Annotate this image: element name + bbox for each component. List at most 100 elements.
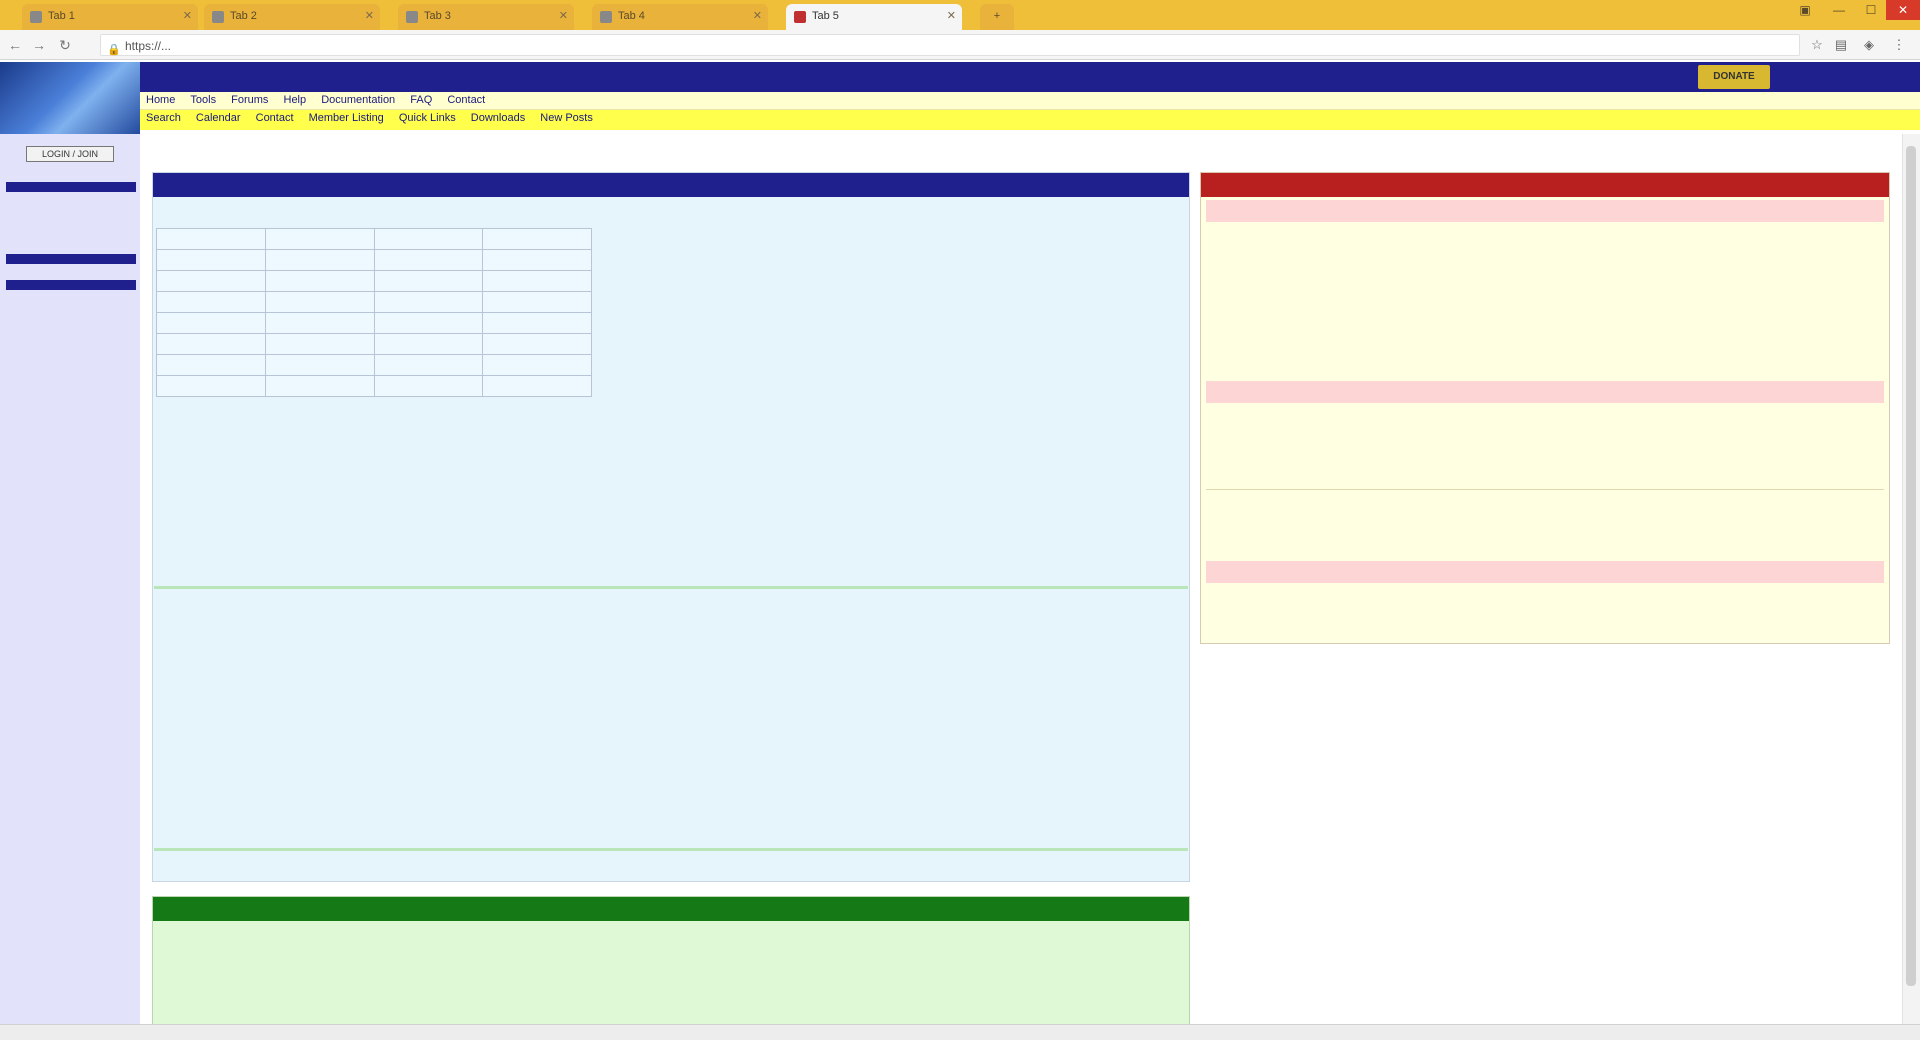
browser-address-bar: ← → ↻ 🔒 https://... ☆ ▤ ◈ ⋮ bbox=[0, 30, 1920, 60]
table-cell bbox=[264, 270, 375, 292]
table-cell bbox=[264, 333, 375, 355]
favicon-icon bbox=[30, 11, 42, 23]
new-tab-button[interactable]: + bbox=[980, 4, 1014, 30]
table-cell bbox=[156, 249, 266, 271]
browser-tab[interactable]: Tab 3 ✕ bbox=[398, 4, 574, 30]
table-cell bbox=[482, 312, 592, 334]
url-text: https://... bbox=[125, 39, 172, 53]
primary-menu: Home Tools Forums Help Documentation FAQ… bbox=[140, 92, 1920, 110]
table-cell bbox=[373, 249, 484, 271]
column-header bbox=[156, 228, 266, 250]
close-icon[interactable]: ✕ bbox=[559, 9, 568, 22]
browser-tab[interactable]: Tab 4 ✕ bbox=[592, 4, 768, 30]
sidebar-section-header bbox=[6, 254, 136, 264]
close-icon[interactable]: ✕ bbox=[947, 9, 956, 22]
browser-tab[interactable]: Tab 1 ✕ bbox=[22, 4, 198, 30]
table-cell bbox=[156, 375, 266, 397]
table-cell bbox=[264, 375, 375, 397]
table-cell bbox=[373, 333, 484, 355]
table-row bbox=[156, 333, 592, 355]
menu-item[interactable]: Forums bbox=[225, 92, 274, 108]
favicon-icon bbox=[212, 11, 224, 23]
extension-icon[interactable]: ◈ bbox=[1860, 36, 1878, 54]
menu-item[interactable]: Contact bbox=[250, 110, 300, 126]
results-table bbox=[156, 228, 592, 397]
vertical-scrollbar[interactable] bbox=[1902, 134, 1920, 1024]
table-header-row bbox=[156, 228, 592, 250]
menu-item[interactable]: Search bbox=[140, 110, 187, 126]
right-panel-section-header bbox=[1206, 561, 1884, 583]
right-panel-section-header bbox=[1206, 200, 1884, 222]
bookmark-star-icon[interactable]: ☆ bbox=[1808, 36, 1826, 54]
table-row bbox=[156, 354, 592, 376]
browser-tab[interactable]: Tab 2 ✕ bbox=[204, 4, 380, 30]
table-row bbox=[156, 249, 592, 271]
secondary-menu: Search Calendar Contact Member Listing Q… bbox=[140, 110, 1920, 130]
scrollbar-thumb[interactable] bbox=[1906, 146, 1916, 986]
minimize-icon[interactable]: — bbox=[1824, 0, 1854, 20]
table-cell bbox=[156, 291, 266, 313]
table-row bbox=[156, 270, 592, 292]
table-cell bbox=[264, 291, 375, 313]
tab-label: Tab 3 bbox=[424, 10, 451, 22]
window-menu-icon[interactable]: ▣ bbox=[1790, 0, 1820, 20]
table-cell bbox=[373, 270, 484, 292]
url-input[interactable]: 🔒 https://... bbox=[100, 34, 1800, 56]
reader-icon[interactable]: ▤ bbox=[1832, 36, 1850, 54]
reload-icon[interactable]: ↻ bbox=[56, 36, 74, 54]
table-cell bbox=[373, 291, 484, 313]
column-header bbox=[482, 228, 592, 250]
menu-item[interactable]: Calendar bbox=[190, 110, 247, 126]
close-icon[interactable]: ✕ bbox=[183, 9, 192, 22]
menu-item[interactable]: Contact bbox=[441, 92, 491, 108]
green-panel-header bbox=[153, 897, 1189, 921]
menu-item[interactable]: Downloads bbox=[465, 110, 531, 126]
table-cell bbox=[373, 375, 484, 397]
menu-item[interactable]: New Posts bbox=[534, 110, 599, 126]
maximize-icon[interactable]: ☐ bbox=[1856, 0, 1886, 20]
right-panel-section-header bbox=[1206, 381, 1884, 403]
menu-item[interactable]: Documentation bbox=[315, 92, 401, 108]
close-window-icon[interactable]: ✕ bbox=[1886, 0, 1920, 20]
menu-item[interactable]: Home bbox=[140, 92, 181, 108]
table-row bbox=[156, 291, 592, 313]
favicon-icon bbox=[406, 11, 418, 23]
table-cell bbox=[264, 249, 375, 271]
menu-item[interactable]: Quick Links bbox=[393, 110, 462, 126]
table-cell bbox=[482, 249, 592, 271]
back-arrow-icon[interactable]: ← bbox=[6, 36, 24, 54]
main-panel-header bbox=[153, 173, 1189, 197]
table-row bbox=[156, 375, 592, 397]
close-icon[interactable]: ✕ bbox=[753, 9, 762, 22]
table-cell bbox=[482, 270, 592, 292]
table-row bbox=[156, 312, 592, 334]
section-divider bbox=[154, 586, 1188, 589]
browser-tab-active[interactable]: Tab 5 ✕ bbox=[786, 4, 962, 30]
table-cell bbox=[156, 312, 266, 334]
site-logo[interactable] bbox=[0, 62, 140, 134]
menu-item[interactable]: FAQ bbox=[404, 92, 438, 108]
table-cell bbox=[156, 333, 266, 355]
sidebar-section-header bbox=[6, 182, 136, 192]
menu-item[interactable]: Tools bbox=[184, 92, 222, 108]
status-bar bbox=[0, 1024, 1920, 1040]
forward-arrow-icon[interactable]: → bbox=[30, 36, 48, 54]
section-divider bbox=[154, 848, 1188, 851]
table-cell bbox=[482, 375, 592, 397]
favicon-icon bbox=[794, 11, 806, 23]
table-cell bbox=[482, 291, 592, 313]
table-cell bbox=[156, 270, 266, 292]
tab-label: Tab 4 bbox=[618, 10, 645, 22]
close-icon[interactable]: ✕ bbox=[365, 9, 374, 22]
browser-tab-strip: Tab 1 ✕ Tab 2 ✕ Tab 3 ✕ Tab 4 ✕ Tab 5 ✕ + ▣ —… bbox=[0, 0, 1920, 30]
table-cell bbox=[264, 354, 375, 376]
right-panel-divider bbox=[1206, 489, 1884, 490]
right-panel-header bbox=[1201, 173, 1889, 197]
menu-item[interactable]: Help bbox=[278, 92, 313, 108]
donate-button[interactable]: DONATE bbox=[1698, 65, 1770, 89]
login-button[interactable]: LOGIN / JOIN bbox=[26, 146, 114, 162]
menu-item[interactable]: Member Listing bbox=[303, 110, 390, 126]
site-title-bar: DONATE bbox=[140, 62, 1920, 92]
menu-icon[interactable]: ⋮ bbox=[1890, 36, 1908, 54]
table-cell bbox=[264, 312, 375, 334]
